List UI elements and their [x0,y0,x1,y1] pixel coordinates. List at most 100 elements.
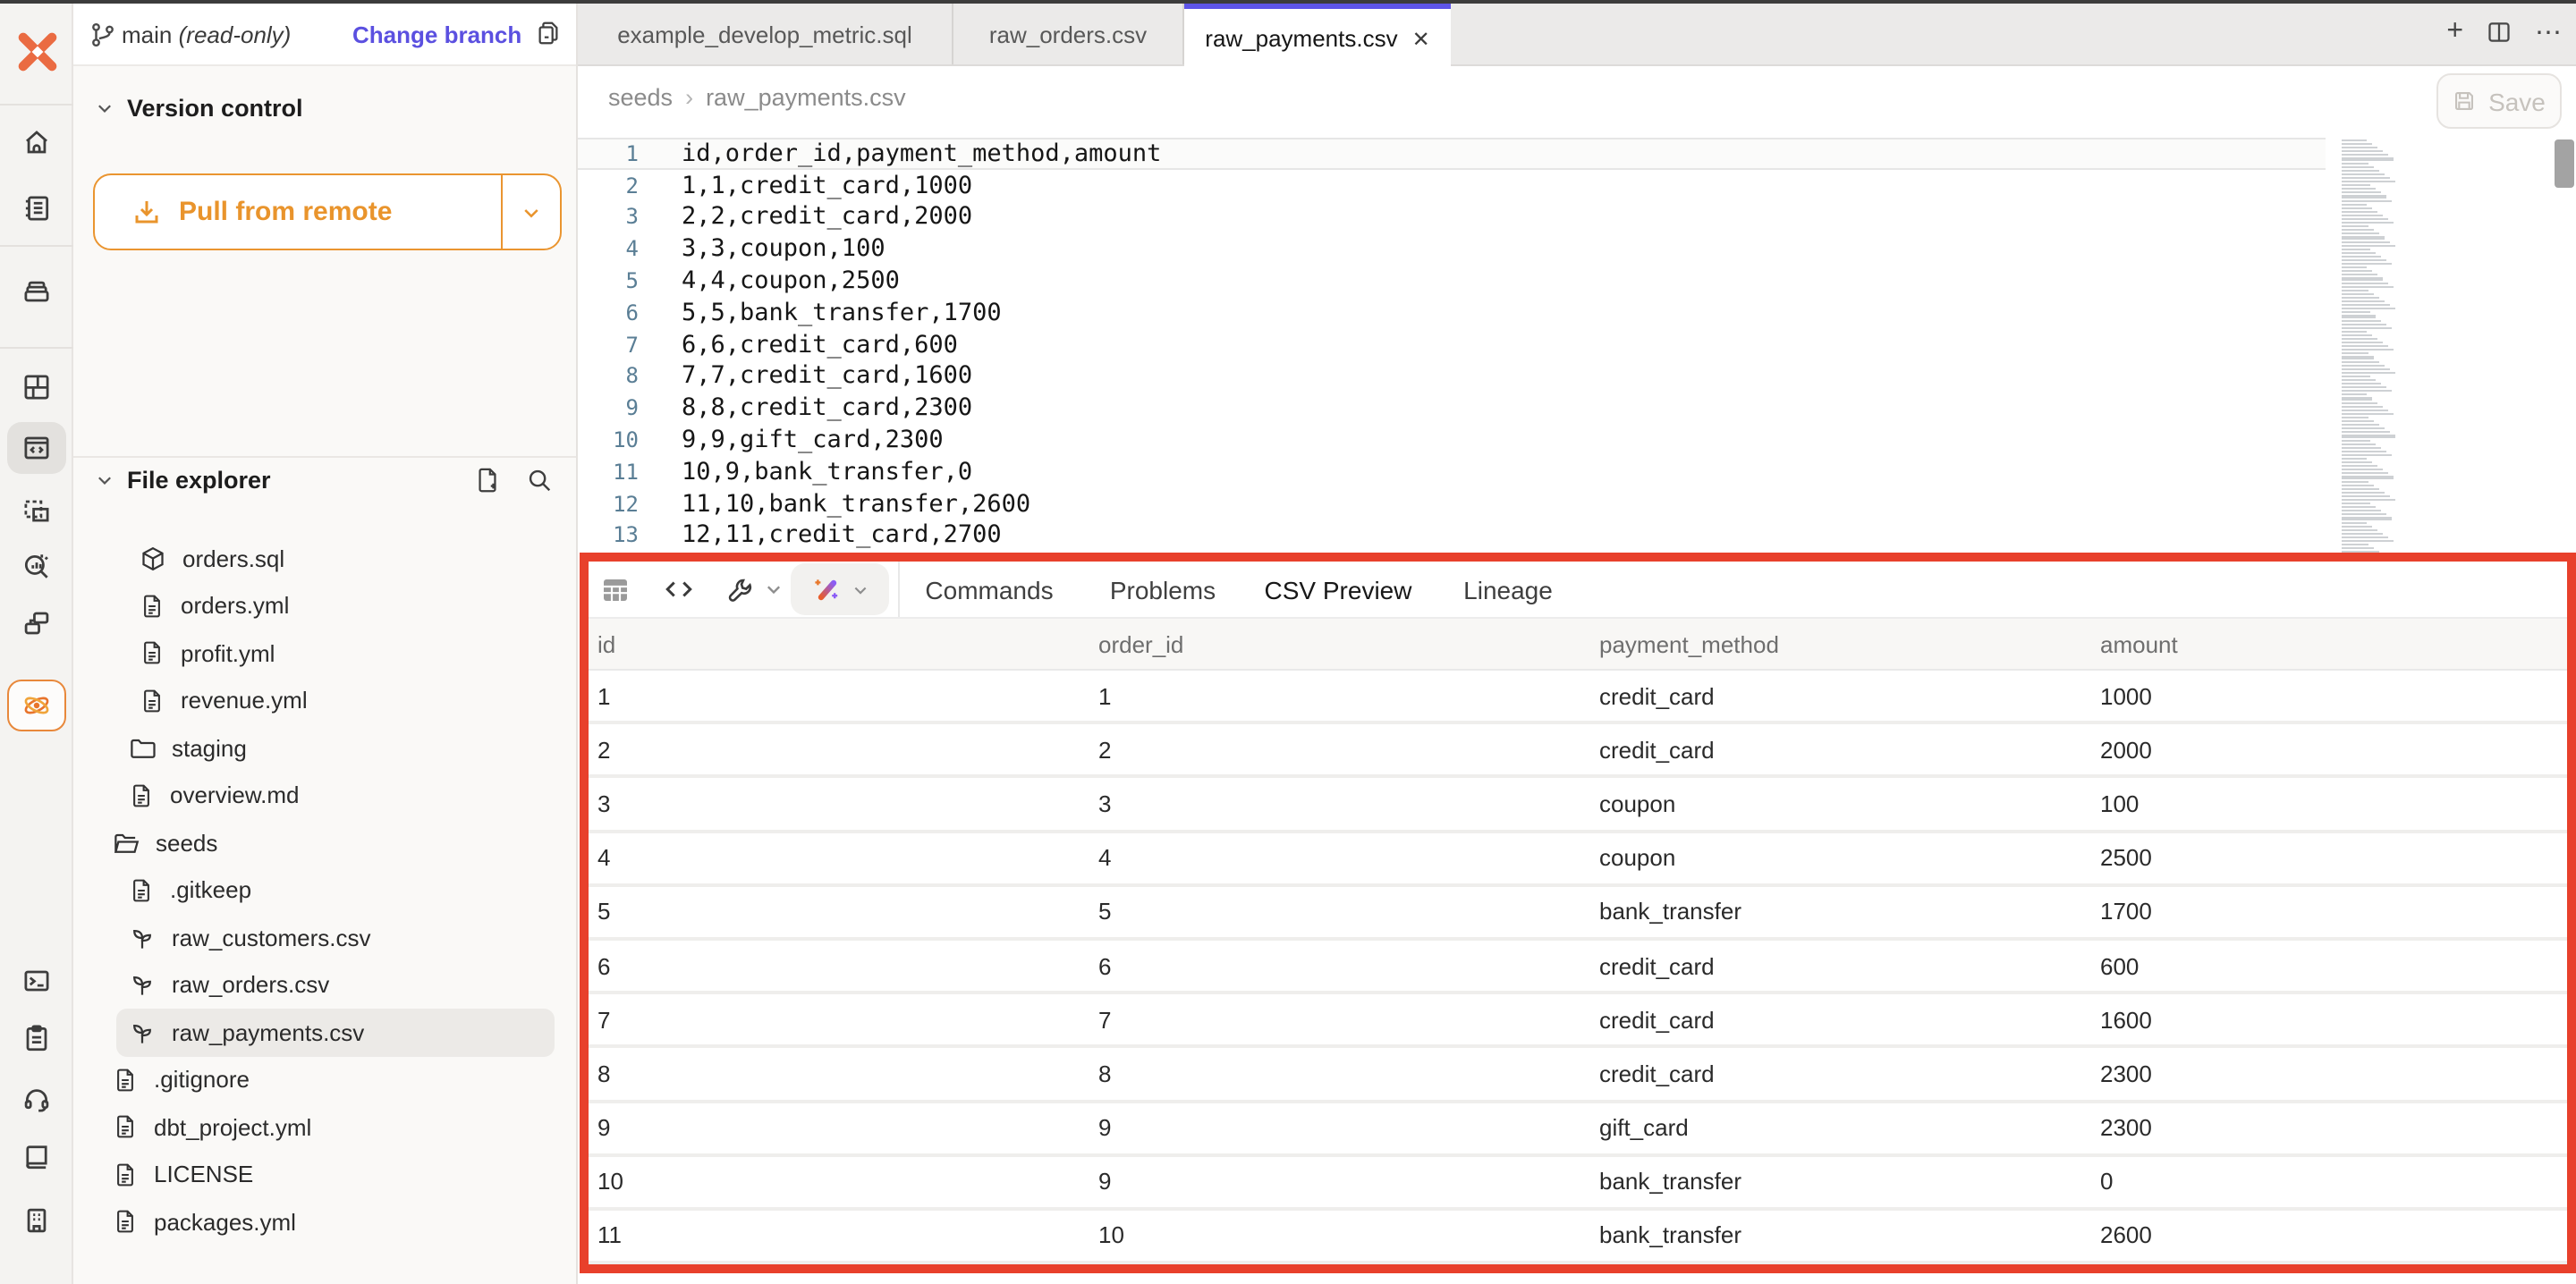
code-line[interactable]: 54,4,coupon,2500 [578,265,2326,297]
file-name: .gitignore [154,1067,250,1094]
file-name: revenue.yml [181,688,308,714]
column-header-amount[interactable]: amount [2100,619,2178,669]
nav-org[interactable] [7,1195,66,1246]
change-branch-link[interactable]: Change branch [352,21,521,48]
nav-develop[interactable] [7,422,66,474]
column-header-payment_method[interactable]: payment_method [1599,619,1779,669]
table-cell: 10 [597,1156,623,1206]
nav-notebooks[interactable] [7,182,66,234]
build-tools-icon[interactable] [726,562,755,617]
nav-canvas[interactable] [7,485,66,536]
breadcrumb-folder[interactable]: seeds [608,84,673,111]
minimap-line [2342,248,2370,249]
minimap-line [2342,350,2394,351]
nav-copilot[interactable] [7,680,66,731]
code-line[interactable]: 1110,9,bank_transfer,0 [578,456,2326,488]
editor-tab-raw-orders-csv[interactable]: raw_orders.csv [953,4,1184,64]
nav-support[interactable] [7,1073,66,1125]
nav-home[interactable] [7,116,66,168]
minimap-line [2342,461,2372,463]
minimap-line [2342,218,2388,220]
copy-icon[interactable] [535,20,562,46]
code-line[interactable]: 1312,11,credit_card,2700 [578,520,2326,552]
new-file-icon[interactable] [474,467,501,494]
file-item-packages-yml[interactable]: packages.yml [73,1198,576,1246]
close-tab-icon[interactable]: ✕ [1412,26,1430,51]
file-item--gitignore[interactable]: .gitignore [73,1056,576,1103]
ai-assist-button[interactable] [791,563,889,615]
file-item-raw-customers-csv[interactable]: raw_customers.csv [73,914,576,961]
minimap-line [2342,372,2395,374]
file-item-dbt-project-yml[interactable]: dbt_project.yml [73,1103,576,1151]
split-editor-icon[interactable] [2487,20,2512,45]
version-control-header[interactable]: Version control [95,95,303,122]
nav-terminal[interactable] [7,955,66,1007]
table-cell: 4 [1098,832,1111,883]
table-row: 99gift_card2300 [580,1102,2576,1156]
editor-tab-example-develop-metric-sql[interactable]: example_develop_metric.sql [578,4,953,64]
nav-catalog[interactable] [7,265,66,317]
file-item-profit-yml[interactable]: profit.yml [73,629,576,677]
seed-icon [129,1019,156,1046]
nav-logs[interactable] [7,1012,66,1064]
file-item-LICENSE[interactable]: LICENSE [73,1151,576,1198]
results-table-icon[interactable] [601,562,630,617]
file-item-seeds[interactable]: seeds [73,819,576,866]
branch-bar: main (read-only) Change branch [73,4,576,66]
editor-tab-raw-payments-csv[interactable]: raw_payments.csv✕ [1184,4,1451,68]
table-cell: credit_card [1599,994,1715,1044]
code-editor[interactable]: 1id,order_id,payment_method,amount21,1,c… [578,131,2576,553]
code-line[interactable]: 1211,10,bank_transfer,2600 [578,488,2326,520]
minimap-line [2342,263,2392,265]
code-line[interactable]: 32,2,credit_card,2000 [578,201,2326,233]
panel-tab-problems[interactable]: Problems [1110,562,1216,617]
code-line[interactable]: 1id,order_id,payment_method,amount [578,138,2326,170]
table-row: 22credit_card2000 [580,724,2576,778]
table-cell: 1 [1098,671,1111,721]
save-button[interactable]: Save [2436,73,2562,129]
code-line[interactable]: 109,9,gift_card,2300 [578,424,2326,456]
file-item-orders-yml[interactable]: orders.yml [73,582,576,629]
file-explorer-tools [474,467,553,494]
code-view-icon[interactable] [664,562,694,617]
file-item-revenue-yml[interactable]: revenue.yml [73,677,576,724]
pull-from-remote-button[interactable]: Pull from remote [93,173,562,250]
search-icon[interactable] [526,467,553,494]
minimap-line [2342,533,2383,535]
column-header-order_id[interactable]: order_id [1098,619,1183,669]
file-item--gitkeep[interactable]: .gitkeep [73,866,576,914]
nav-apps[interactable] [7,361,66,413]
new-tab-icon[interactable]: + [2446,18,2463,46]
minimap-line [2342,427,2385,429]
file-item-raw-payments-csv[interactable]: raw_payments.csv [73,1009,576,1056]
more-options-icon[interactable]: ⋯ [2535,19,2562,46]
chevron-down-icon[interactable] [764,562,784,617]
line-text: 7,7,credit_card,1600 [682,362,972,391]
code-line[interactable]: 43,3,coupon,100 [578,233,2326,266]
minimap-line [2342,170,2379,172]
code-line[interactable]: 98,8,credit_card,2300 [578,393,2326,425]
file-item-overview-md[interactable]: overview.md [73,772,576,819]
code-line[interactable]: 65,5,bank_transfer,1700 [578,297,2326,329]
nav-integrations[interactable] [7,597,66,649]
minimap-line [2342,360,2379,362]
column-header-id[interactable]: id [597,619,615,669]
line-number: 10 [578,427,639,452]
editor-scrollbar-thumb[interactable] [2555,139,2574,188]
code-line[interactable]: 87,7,credit_card,1600 [578,360,2326,393]
minimap[interactable] [2342,139,2408,553]
dbt-logo-icon[interactable] [13,27,63,77]
code-line[interactable]: 21,1,credit_card,1000 [578,170,2326,202]
pull-options-caret[interactable] [501,175,560,249]
minimap-line [2342,177,2390,179]
file-item-staging[interactable]: staging [73,724,576,772]
panel-tab-commands[interactable]: Commands [925,562,1053,617]
file-item-orders-sql[interactable]: orders.sql [73,535,576,582]
panel-tab-lineage[interactable]: Lineage [1463,562,1553,617]
panel-tab-csv-preview[interactable]: CSV Preview [1265,562,1412,617]
nav-insights[interactable] [7,540,66,592]
file-item-raw-orders-csv[interactable]: raw_orders.csv [73,961,576,1009]
nav-docs[interactable] [7,1130,66,1182]
file-explorer-header[interactable]: File explorer [95,467,271,494]
code-line[interactable]: 76,6,credit_card,600 [578,329,2326,361]
